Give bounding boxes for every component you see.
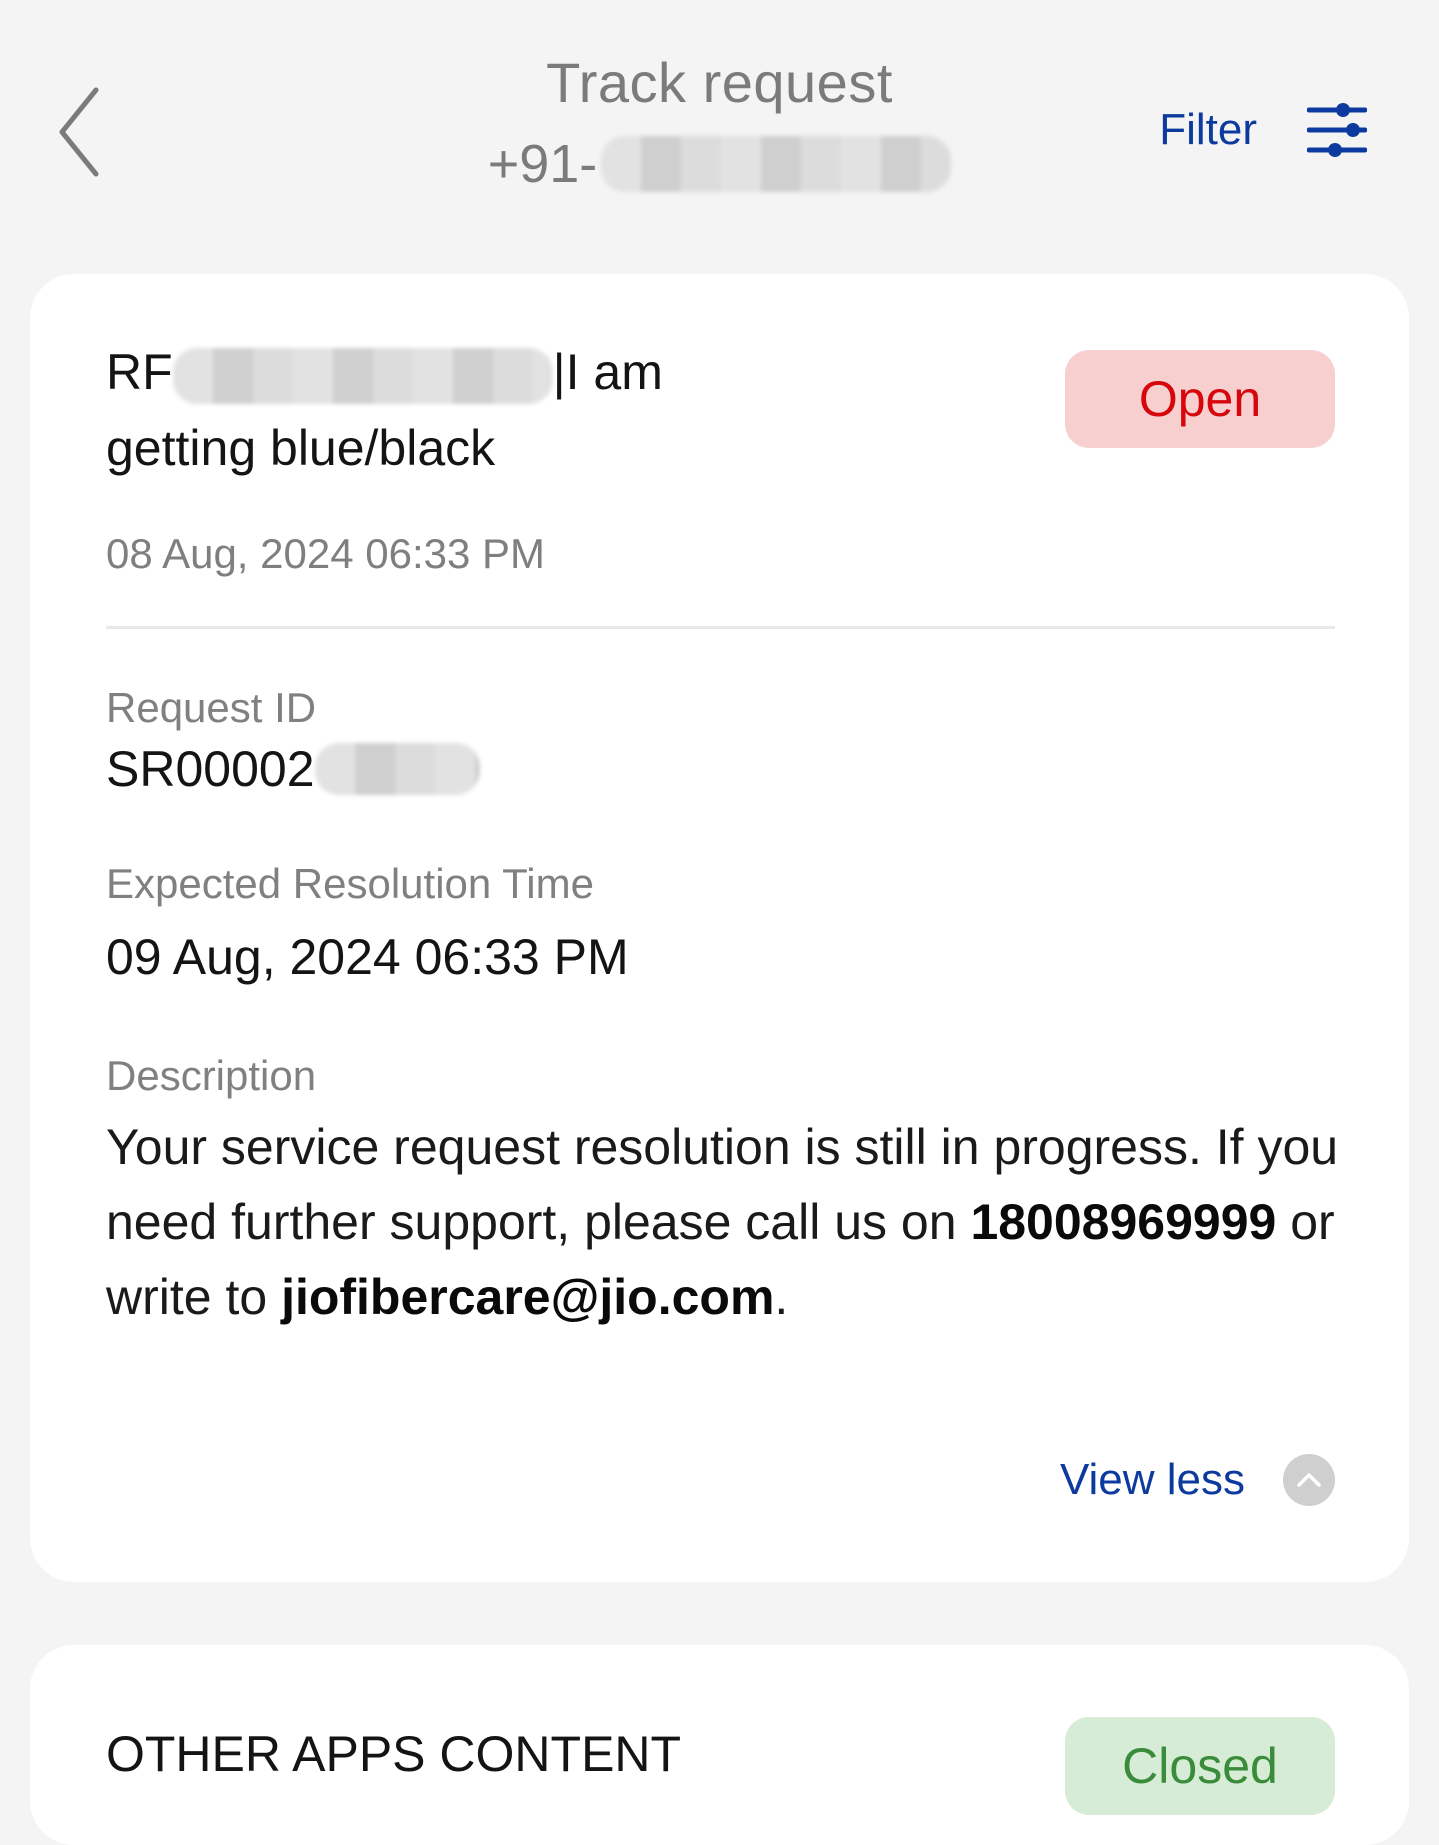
request-id-text: SR00002 bbox=[106, 741, 315, 797]
redacted-request-id bbox=[314, 743, 480, 795]
chevron-up-icon bbox=[1283, 1454, 1335, 1506]
request-title-suffix: |I am bbox=[552, 344, 663, 400]
request-title-line2: getting blue/black bbox=[106, 420, 496, 476]
request-date: 08 Aug, 2024 06:33 PM bbox=[106, 530, 546, 577]
description-label: Description bbox=[106, 1052, 317, 1099]
phone-prefix: +91- bbox=[487, 134, 598, 194]
sliders-icon bbox=[1307, 103, 1367, 157]
status-badge: Closed bbox=[1065, 1717, 1335, 1815]
description-end: . bbox=[774, 1269, 789, 1325]
support-email[interactable]: jiofibercare@jio.com bbox=[281, 1269, 774, 1325]
request-id-label: Request ID bbox=[106, 684, 317, 731]
request-title: RF |I am getting blue/black bbox=[106, 334, 1006, 486]
request-card-2[interactable]: OTHER APPS CONTENT Closed bbox=[30, 1645, 1409, 1845]
divider bbox=[106, 626, 1335, 629]
filter-button[interactable]: Filter bbox=[1159, 100, 1367, 160]
view-less-label: View less bbox=[1059, 1455, 1245, 1504]
support-phone[interactable]: 18008969999 bbox=[970, 1194, 1276, 1250]
view-less-button[interactable]: View less bbox=[1060, 1454, 1335, 1506]
redacted-phone bbox=[601, 136, 952, 192]
filter-label: Filter bbox=[1159, 105, 1257, 154]
phone-number: +91- bbox=[488, 133, 952, 195]
request-title: OTHER APPS CONTENT bbox=[106, 1726, 682, 1782]
expected-resolution-label: Expected Resolution Time bbox=[106, 860, 594, 907]
expected-resolution-value: 09 Aug, 2024 06:33 PM bbox=[106, 929, 629, 985]
redacted-request-title bbox=[172, 347, 553, 404]
request-title-prefix: RF bbox=[106, 344, 173, 400]
request-id-value: SR00002 bbox=[106, 740, 480, 798]
description-text: Your service request resolution is still… bbox=[106, 1110, 1346, 1335]
header: Track request +91- Filter bbox=[0, 0, 1439, 265]
status-badge: Open bbox=[1065, 350, 1335, 448]
request-card[interactable]: RF |I am getting blue/black Open 08 Aug, … bbox=[30, 274, 1409, 1582]
